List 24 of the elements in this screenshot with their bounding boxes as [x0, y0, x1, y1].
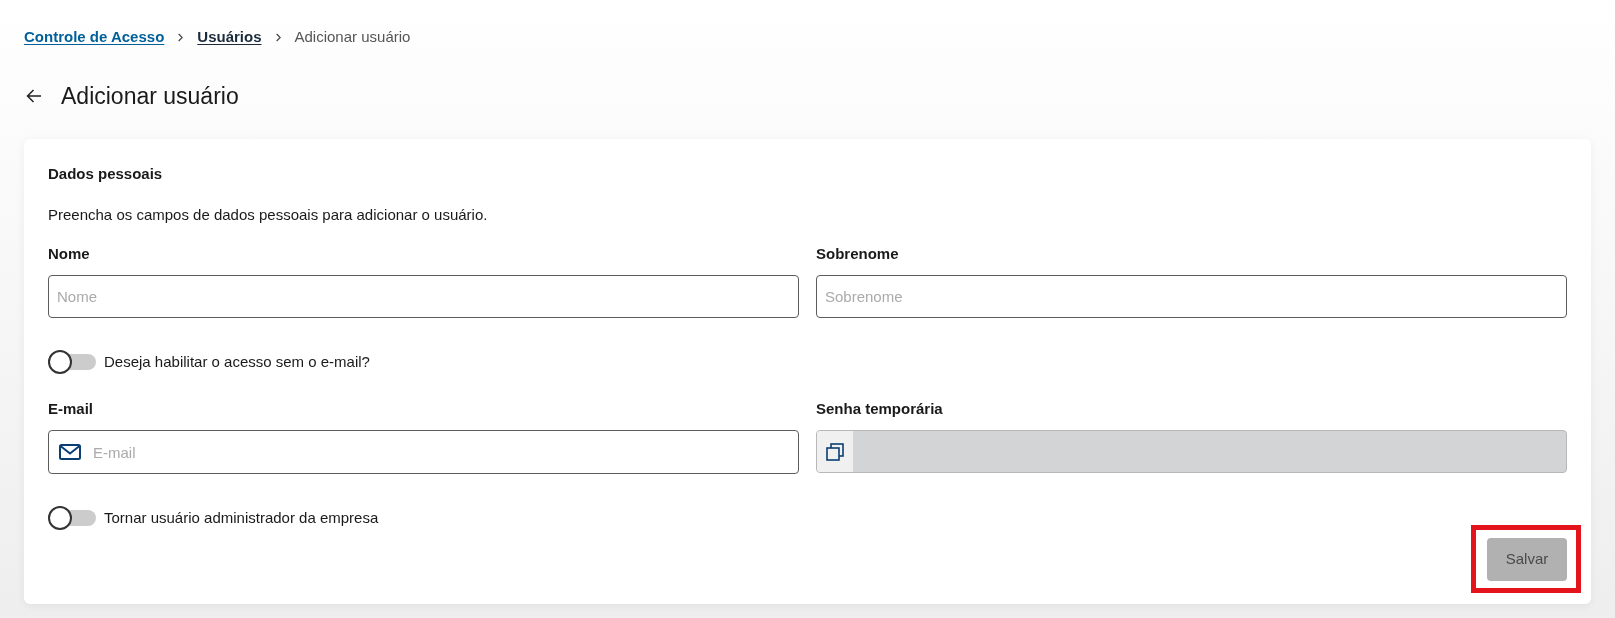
toggle-switch[interactable]	[48, 350, 96, 374]
email-field[interactable]: E-mail	[48, 430, 799, 474]
breadcrumb-link[interactable]: Usuários	[197, 27, 262, 47]
field-label: Nome	[48, 244, 90, 264]
field-label: E-mail	[48, 399, 93, 419]
copy-button[interactable]	[817, 431, 853, 472]
field-label: Sobrenome	[816, 244, 899, 264]
text-field[interactable]: Sobrenome	[816, 275, 1567, 318]
toggle-label: Tornar usuário administrador da empresa	[104, 508, 379, 528]
section-title: Dados pessoais	[48, 164, 164, 184]
envelope-icon	[59, 444, 81, 460]
page-title: Adicionar usuário	[61, 82, 239, 110]
section-description: Preencha os campos de dados pessoais para adicionar o usuário.	[48, 205, 489, 225]
field-label: Senha temporária	[816, 399, 943, 419]
back-button[interactable]	[25, 87, 43, 105]
chevron-right-icon	[275, 32, 281, 42]
copy-icon	[826, 442, 844, 461]
breadcrumb-current: Adicionar usuário	[294, 27, 411, 47]
text-field[interactable]: Nome	[48, 275, 799, 318]
arrow-left-icon	[26, 89, 42, 103]
toggle-label: Deseja habilitar o acesso sem o e-mail?	[104, 352, 370, 372]
chevron-right-icon	[178, 32, 184, 42]
toggle-switch[interactable]	[48, 506, 96, 530]
breadcrumb-link[interactable]: Controle de Acesso	[24, 27, 165, 47]
